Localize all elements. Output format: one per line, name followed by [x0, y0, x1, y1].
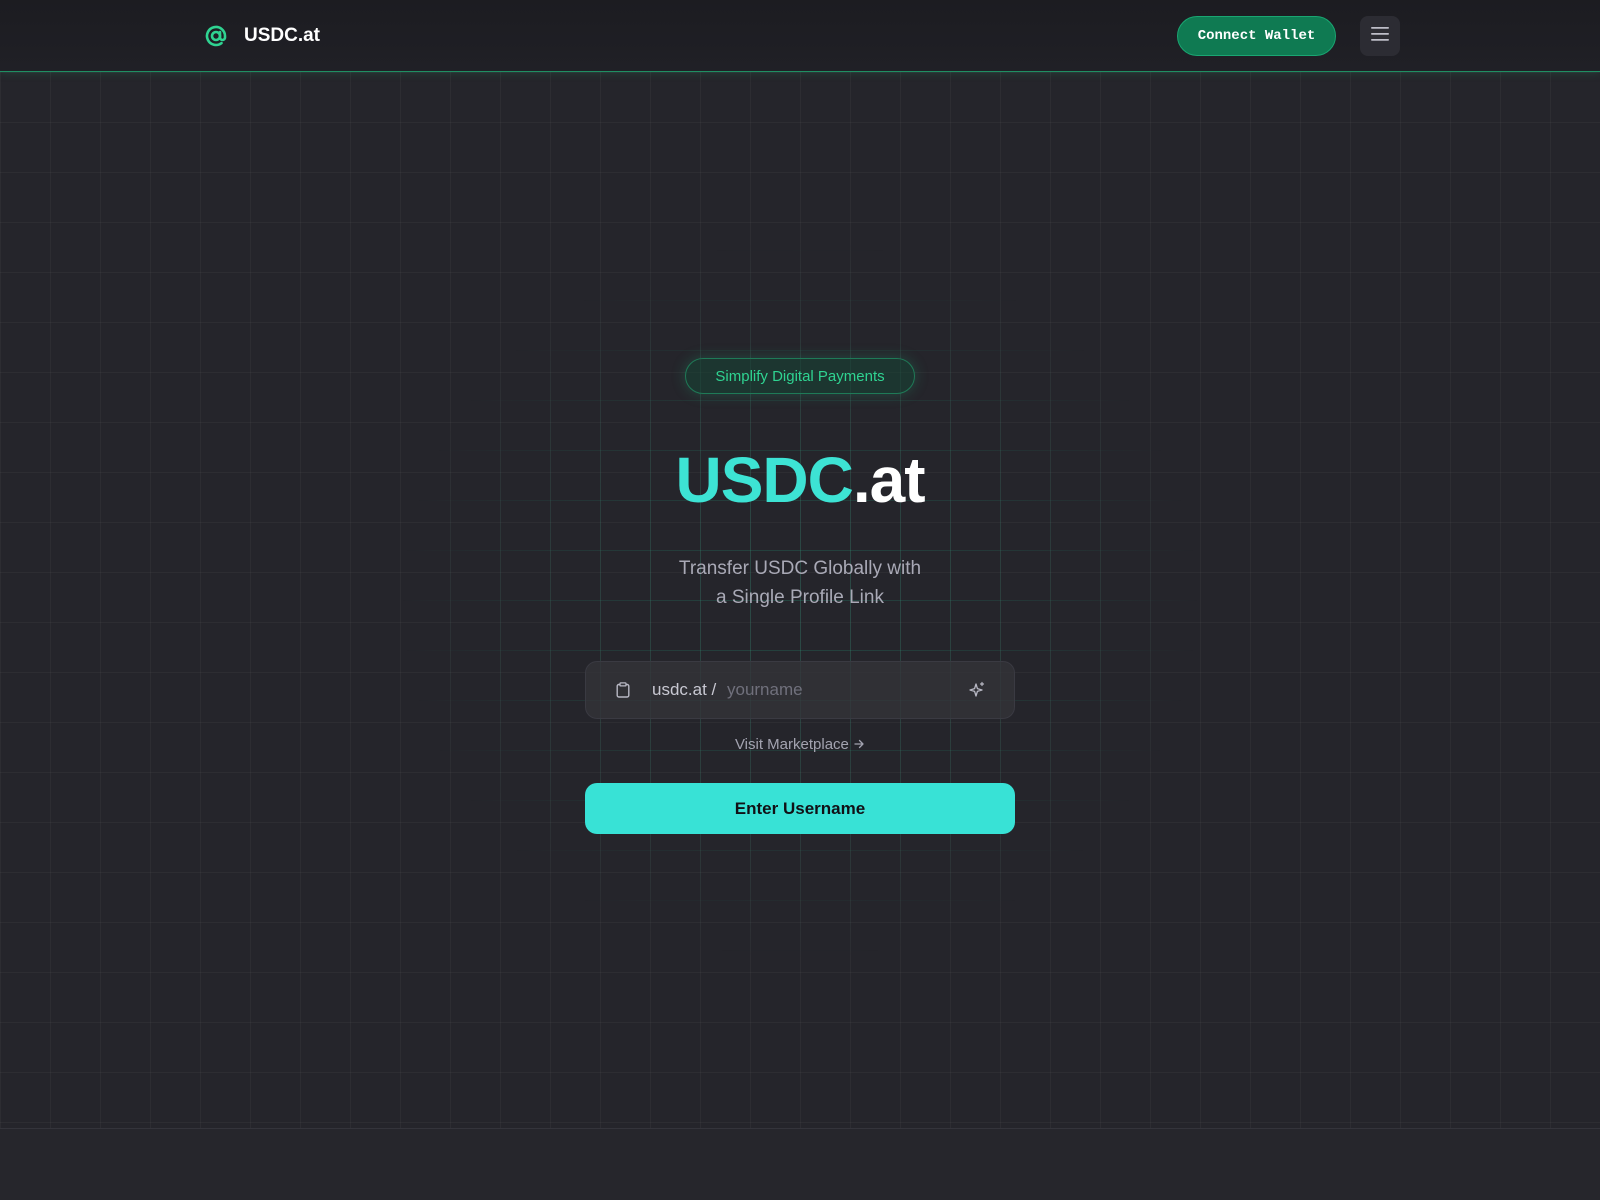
hero-title-secondary: .at [852, 444, 926, 516]
connect-wallet-button[interactable]: Connect Wallet [1177, 16, 1336, 56]
menu-button[interactable] [1360, 16, 1400, 56]
top-nav: USDC.at Connect Wallet [0, 0, 1600, 72]
marketplace-link-label: Visit Marketplace [734, 736, 849, 753]
at-sign-icon [204, 24, 228, 48]
hamburger-menu-icon [1370, 26, 1390, 46]
visit-marketplace-link[interactable]: Visit Marketplace [0, 736, 1600, 753]
brand-name: USDC.at [244, 25, 321, 46]
footer [0, 1128, 1600, 1200]
hero-title: USDC.at [0, 440, 1600, 520]
tagline-badge: Simplify Digital Payments [685, 358, 915, 394]
username-input[interactable] [726, 680, 968, 700]
username-input-box: usdc.at / [585, 661, 1015, 719]
clipboard-icon[interactable] [616, 682, 632, 698]
subtitle-line-1: Transfer USDC Globally with [678, 558, 922, 579]
hero-subtitle: Transfer USDC Globally with a Single Pro… [600, 554, 1000, 612]
arrow-right-icon [853, 736, 865, 753]
page: USDC.at Connect Wallet Simplify Digital … [0, 0, 1600, 1200]
brand-logo[interactable]: USDC.at [204, 20, 320, 52]
sparkle-icon[interactable] [968, 681, 986, 699]
subtitle-line-2: a Single Profile Link [716, 587, 884, 608]
hero-title-primary: USDC [675, 444, 853, 516]
url-prefix: usdc.at / [652, 680, 721, 699]
enter-username-button[interactable]: Enter Username [585, 783, 1015, 834]
